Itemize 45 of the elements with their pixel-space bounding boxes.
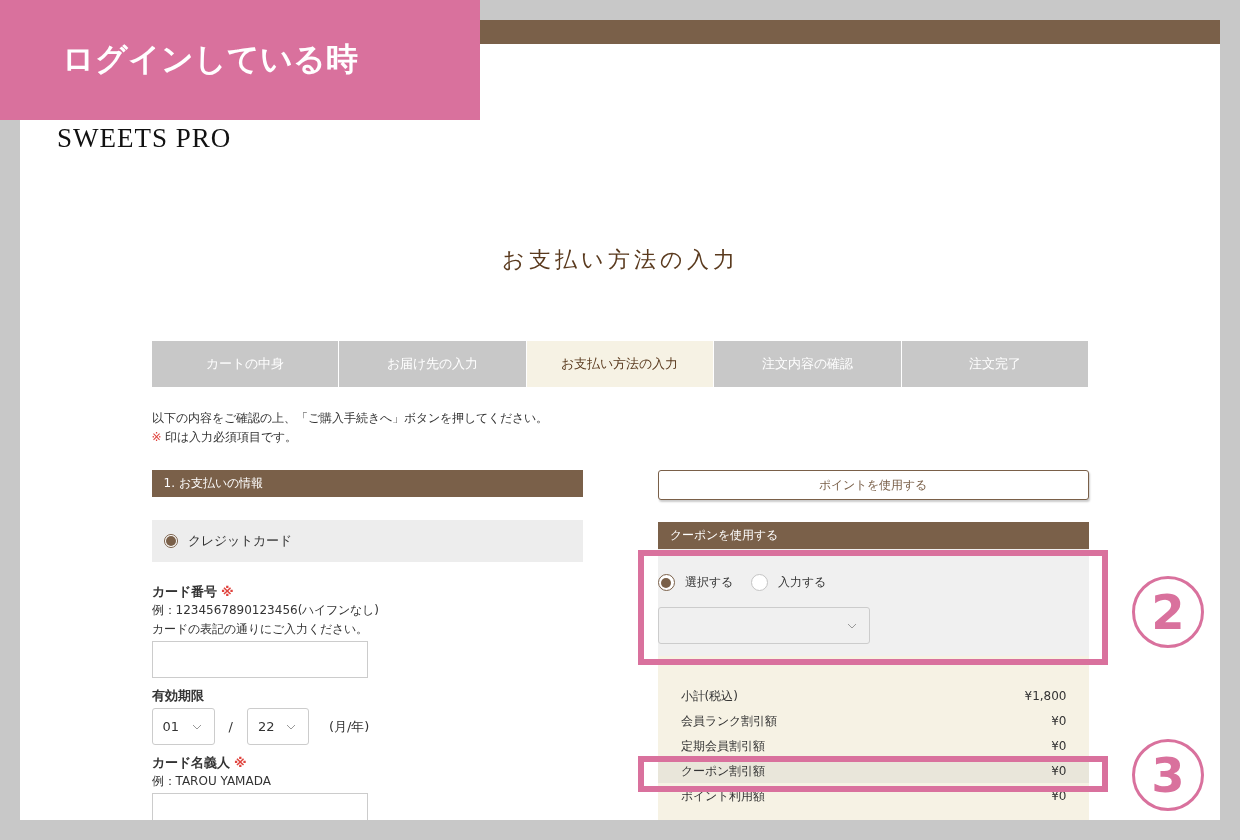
summary-value: ¥0 [1051,763,1067,778]
section-heading: 1. お支払いの情報 [151,470,583,497]
chevron-icon [191,723,202,730]
field-hint: カードの表記の通りにご入力ください。 [151,621,368,638]
callout-number: 3 [1132,739,1204,811]
field-label: 有効期限 [151,687,204,705]
summary-label: クーポン割引額 [680,763,765,778]
field-label: カード名義人 [151,755,230,770]
date-separator: / [228,719,233,734]
required-note: 印は入力必須項目です。 [165,430,298,444]
use-points-button[interactable]: ポイントを使用する [657,470,1089,500]
summary-label: 小計(税込) [680,688,738,703]
annotation-label: ログインしている時 [0,0,480,120]
chevron-icon [846,622,857,629]
option-label: 入力する [777,574,826,591]
logo[interactable]: SWEETS PRO [57,121,232,155]
summary-value: ¥1,800 [1024,688,1067,703]
chevron-icon [285,723,296,730]
summary-label: 会員ランク割引額 [680,713,777,728]
month-select[interactable]: 01 [151,708,215,745]
option-label: 選択する [684,574,733,591]
radio-button[interactable] [750,574,768,591]
required-mark: ※ [234,755,247,770]
date-format-hint: (月/年) [328,717,370,736]
radio-button[interactable] [657,574,675,591]
summary-value: ¥0 [1051,738,1067,753]
section-heading: クーポンを使用する [657,522,1089,549]
option-label: クレジットカード [187,532,292,550]
summary-label: 定期会員割引額 [680,738,765,753]
required-mark: ※ [151,430,162,444]
required-mark: ※ [221,584,234,599]
field-hint: 例：1234567890123456(ハイフンなし) [151,602,380,619]
instruction-text: 以下の内容をご確認の上、「ご購入手続きへ」ボタンを押してください。 [151,410,548,427]
payment-method-option[interactable]: クレジットカード [151,520,583,562]
coupon-select[interactable] [657,607,870,644]
field-label: カード番号 [151,584,217,599]
radio-button[interactable] [163,534,178,548]
checkout-step: お支払い方法の入力 [526,341,714,387]
year-select[interactable]: 22 [246,708,309,745]
card-name-field[interactable] [151,793,368,820]
summary-value: ¥0 [1051,713,1067,728]
page-title: お支払い方法の入力 [501,246,739,274]
field-hint: 例：TAROU YAMADA [151,773,271,790]
callout-number: 2 [1132,576,1204,648]
card-number-field[interactable] [151,641,368,678]
